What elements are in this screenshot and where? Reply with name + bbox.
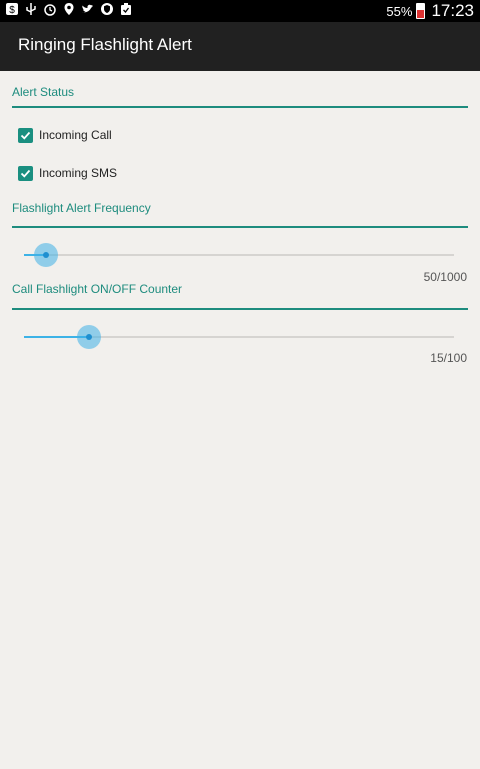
status-right: 55% 17:23 [386,0,474,22]
counter-value: 15/100 [430,351,467,365]
shield-icon [100,2,114,16]
counter-divider [12,308,468,310]
clock: 17:23 [431,1,474,20]
counter-seekbar[interactable] [24,322,454,352]
app-title: Ringing Flashlight Alert [18,35,192,54]
incoming-call-label: Incoming Call [39,128,112,142]
clipboard-icon [119,2,133,16]
battery-icon [416,3,426,19]
incoming-sms-label: Incoming SMS [39,166,118,180]
svg-text:$: $ [9,5,15,16]
location-icon [62,2,76,16]
check-icon [20,131,31,140]
battery-percent: 55% [386,3,413,19]
frequency-heading: Flashlight Alert Frequency [12,201,151,215]
twitter-icon [81,2,95,16]
frequency-seekbar[interactable] [24,240,454,270]
dollar-icon: $ [5,2,19,16]
alert-status-heading: Alert Status [12,85,75,99]
incoming-sms-checkbox[interactable] [18,165,33,181]
incoming-sms-checkbox-row[interactable]: Incoming SMS [18,163,117,183]
seekbar-track [24,254,454,256]
incoming-call-checkbox-row[interactable]: Incoming Call [18,125,112,145]
alert-status-divider [12,106,468,108]
frequency-divider [12,226,468,228]
counter-heading: Call Flashlight ON/OFF Counter [12,282,183,296]
notification-icons: $ [5,2,133,16]
check-icon [20,169,31,178]
status-bar: $ 55% 17:23 [0,0,480,22]
frequency-value: 50/1000 [423,270,467,284]
usb-icon [24,2,38,16]
seekbar-thumb[interactable] [76,325,101,349]
alarm-icon [43,2,57,16]
seekbar-thumb[interactable] [34,243,58,267]
app-bar: Ringing Flashlight Alert [0,22,480,71]
incoming-call-checkbox[interactable] [18,127,33,143]
